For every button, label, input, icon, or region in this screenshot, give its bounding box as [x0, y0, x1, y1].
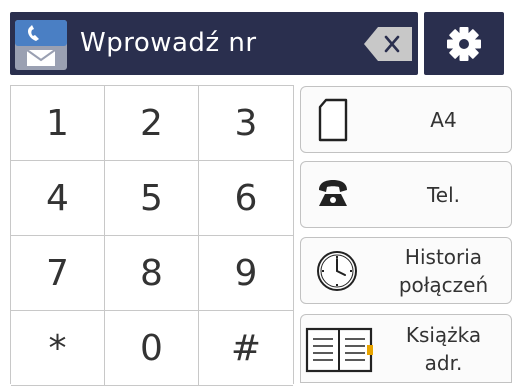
top-bar: Wprowadź nr — [0, 0, 513, 80]
key-8[interactable]: 8 — [105, 236, 199, 311]
gear-icon — [447, 27, 481, 61]
tel-label: Tel. — [426, 182, 461, 207]
backspace-button[interactable] — [364, 27, 412, 61]
key-star[interactable]: * — [11, 311, 105, 386]
address-book-icon — [305, 325, 375, 375]
number-field[interactable]: Wprowadź nr — [80, 21, 257, 65]
call-history-button[interactable]: Historia połączeń — [300, 237, 512, 304]
tel-button[interactable]: Tel. — [300, 161, 512, 228]
address-book-label: Książka adr. — [405, 322, 482, 375]
key-0[interactable]: 0 — [105, 311, 199, 386]
number-input-bar[interactable]: Wprowadź nr — [10, 12, 418, 75]
key-4[interactable]: 4 — [11, 161, 105, 236]
paper-size-button[interactable]: A4 — [300, 86, 512, 153]
address-book-button[interactable]: Książka adr. — [300, 314, 512, 383]
paper-sheet-icon — [313, 95, 363, 145]
key-5[interactable]: 5 — [105, 161, 199, 236]
key-9[interactable]: 9 — [199, 236, 293, 311]
key-3[interactable]: 3 — [199, 86, 293, 161]
key-2[interactable]: 2 — [105, 86, 199, 161]
key-1[interactable]: 1 — [11, 86, 105, 161]
backspace-icon — [364, 27, 412, 61]
fax-envelope-icon — [13, 18, 69, 72]
key-7[interactable]: 7 — [11, 236, 105, 311]
key-hash[interactable]: # — [199, 311, 293, 386]
call-history-label: Historia połączeń — [398, 244, 489, 297]
clock-icon — [313, 246, 363, 296]
paper-size-label: A4 — [430, 107, 457, 132]
key-6[interactable]: 6 — [199, 161, 293, 236]
settings-button[interactable] — [424, 12, 504, 75]
telephone-icon — [313, 170, 363, 220]
dial-keypad: 1 2 3 4 5 6 7 8 9 * 0 # — [10, 85, 294, 386]
